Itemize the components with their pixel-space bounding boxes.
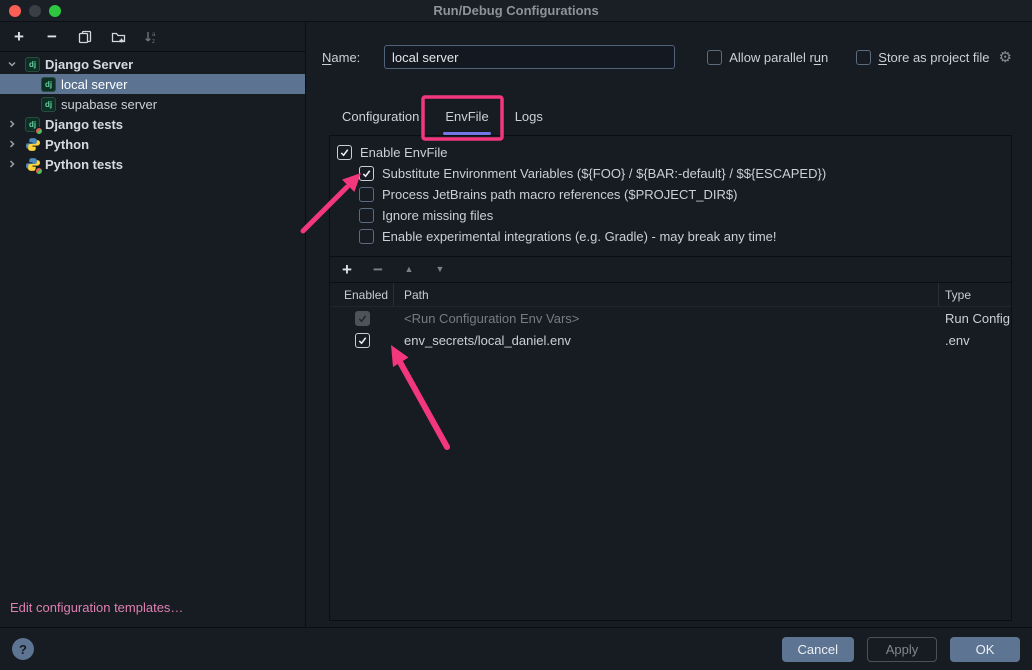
- process-path-macro-option[interactable]: Process JetBrains path macro references …: [330, 184, 1011, 205]
- ignore-missing-files-checkbox[interactable]: [359, 208, 374, 223]
- help-button[interactable]: ?: [12, 638, 34, 660]
- tree-item-django-server[interactable]: dj Django Server: [0, 54, 305, 74]
- process-path-macro-checkbox[interactable]: [359, 187, 374, 202]
- chevron-right-icon[interactable]: [4, 156, 20, 172]
- tab-configuration[interactable]: Configuration: [329, 100, 432, 135]
- envfile-options: Enable EnvFile Substitute Environment Va…: [330, 136, 1011, 257]
- allow-parallel-run-option[interactable]: Allow parallel run: [707, 50, 828, 65]
- table-empty-area: [330, 351, 1011, 620]
- allow-parallel-run-label: Allow parallel run: [729, 50, 828, 65]
- configurations-tree: dj Django Server dj local server dj supa…: [0, 52, 305, 600]
- django-icon: dj: [41, 97, 56, 112]
- column-header-path[interactable]: Path: [394, 283, 939, 306]
- env-files-table: + − ▲ ▼ Enabled Path Type <Run: [330, 257, 1011, 620]
- copy-configuration-icon[interactable]: [77, 29, 93, 45]
- python-icon: [25, 137, 40, 152]
- name-label: Name:: [322, 50, 384, 65]
- svg-text:z: z: [152, 39, 155, 44]
- enable-envfile-label: Enable EnvFile: [360, 145, 447, 160]
- process-path-macro-label: Process JetBrains path macro references …: [382, 187, 737, 202]
- move-down-icon[interactable]: ▼: [432, 262, 448, 278]
- edit-configuration-templates-link[interactable]: Edit configuration templates…: [0, 600, 305, 627]
- table-row[interactable]: <Run Configuration Env Vars> Run Config: [330, 307, 1011, 329]
- row-enabled-checkbox: [355, 311, 370, 326]
- enable-envfile-checkbox[interactable]: [337, 145, 352, 160]
- experimental-integrations-label: Enable experimental integrations (e.g. G…: [382, 229, 777, 244]
- name-input[interactable]: [384, 45, 675, 69]
- tree-item-label: Django Server: [45, 57, 133, 72]
- table-header: Enabled Path Type: [330, 283, 1011, 307]
- tree-item-local-server[interactable]: dj local server: [0, 74, 305, 94]
- tab-logs[interactable]: Logs: [502, 100, 556, 135]
- tree-item-supabase-server[interactable]: dj supabase server: [0, 94, 305, 114]
- tab-envfile[interactable]: EnvFile: [432, 100, 501, 135]
- ignore-missing-files-label: Ignore missing files: [382, 208, 493, 223]
- substitute-env-vars-option[interactable]: Substitute Environment Variables (${FOO}…: [330, 163, 1011, 184]
- tree-item-label: Python tests: [45, 157, 123, 172]
- tree-item-python[interactable]: Python: [0, 134, 305, 154]
- window-title: Run/Debug Configurations: [0, 3, 1032, 18]
- remove-configuration-icon[interactable]: −: [44, 29, 60, 45]
- configuration-editor: Name: Allow parallel run Store as projec…: [306, 22, 1032, 627]
- chevron-right-icon[interactable]: [4, 116, 20, 132]
- tree-item-label: Django tests: [45, 117, 123, 132]
- row-path: env_secrets/local_daniel.env: [394, 333, 939, 348]
- svg-text:a: a: [152, 32, 156, 38]
- substitute-env-vars-checkbox[interactable]: [359, 166, 374, 181]
- run-debug-configurations-dialog: Run/Debug Configurations + − az: [0, 0, 1032, 670]
- dialog-footer: ? Cancel Apply OK: [0, 627, 1032, 670]
- cancel-button[interactable]: Cancel: [782, 637, 854, 662]
- apply-button[interactable]: Apply: [867, 637, 937, 662]
- tree-item-python-tests[interactable]: Python tests: [0, 154, 305, 174]
- ignore-missing-files-option[interactable]: Ignore missing files: [330, 205, 1011, 226]
- store-as-project-file-label: Store as project file: [878, 50, 989, 65]
- move-up-icon[interactable]: ▲: [401, 262, 417, 278]
- table-row[interactable]: env_secrets/local_daniel.env .env: [330, 329, 1011, 351]
- column-header-enabled[interactable]: Enabled: [330, 283, 394, 306]
- add-configuration-icon[interactable]: +: [11, 29, 27, 45]
- allow-parallel-run-checkbox[interactable]: [707, 50, 722, 65]
- row-type: .env: [939, 333, 1011, 348]
- row-type: Run Config: [939, 311, 1011, 326]
- ok-button[interactable]: OK: [950, 637, 1020, 662]
- django-icon: dj: [41, 77, 56, 92]
- chevron-right-icon[interactable]: [4, 136, 20, 152]
- enable-envfile-option[interactable]: Enable EnvFile: [330, 142, 1011, 163]
- configurations-sidebar: + − az dj Django Server: [0, 22, 306, 627]
- envfile-panel: Enable EnvFile Substitute Environment Va…: [329, 135, 1012, 621]
- tree-item-label: supabase server: [61, 97, 157, 112]
- experimental-integrations-option[interactable]: Enable experimental integrations (e.g. G…: [330, 226, 1011, 247]
- tree-item-label: Python: [45, 137, 89, 152]
- remove-env-file-icon[interactable]: −: [370, 262, 386, 278]
- store-settings-gear-icon[interactable]: ⚙: [999, 50, 1012, 65]
- substitute-env-vars-label: Substitute Environment Variables (${FOO}…: [382, 166, 826, 181]
- column-header-type[interactable]: Type: [939, 288, 1011, 302]
- store-as-project-file-checkbox[interactable]: [856, 50, 871, 65]
- tree-item-label: local server: [61, 77, 127, 92]
- new-folder-icon[interactable]: [110, 29, 126, 45]
- row-enabled-checkbox[interactable]: [355, 333, 370, 348]
- titlebar: Run/Debug Configurations: [0, 0, 1032, 22]
- name-row: Name: Allow parallel run Store as projec…: [322, 45, 1012, 69]
- chevron-down-icon[interactable]: [4, 56, 20, 72]
- django-tests-icon: dj: [25, 117, 40, 132]
- sort-configurations-icon: az: [143, 29, 159, 45]
- table-toolbar: + − ▲ ▼: [330, 257, 1011, 283]
- sidebar-toolbar: + − az: [0, 22, 305, 52]
- experimental-integrations-checkbox[interactable]: [359, 229, 374, 244]
- tab-bar: Configuration EnvFile Logs: [329, 100, 1012, 135]
- django-icon: dj: [25, 57, 40, 72]
- tree-item-django-tests[interactable]: dj Django tests: [0, 114, 305, 134]
- row-path: <Run Configuration Env Vars>: [394, 311, 939, 326]
- add-env-file-icon[interactable]: +: [339, 262, 355, 278]
- python-tests-icon: [25, 157, 40, 172]
- store-as-project-file-option[interactable]: Store as project file ⚙: [856, 50, 1012, 65]
